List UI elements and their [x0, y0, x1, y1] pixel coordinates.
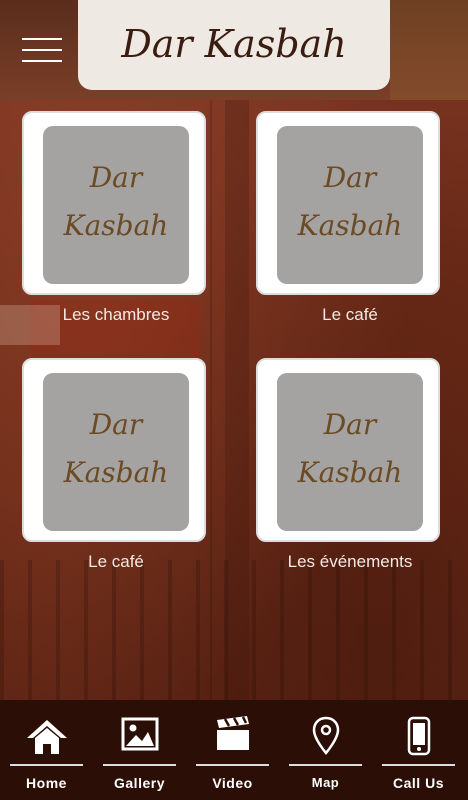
nav-gallery[interactable]: Gallery [93, 700, 186, 800]
tile-label[interactable]: Le café [256, 305, 444, 325]
nav-label: Call Us [393, 775, 444, 791]
phone-icon [372, 716, 465, 756]
nav-map[interactable]: Map [279, 700, 372, 800]
home-icon [0, 716, 93, 756]
tile-logo: Dar Kasbah [43, 401, 189, 497]
tile-image: Dar Kasbah [43, 373, 189, 531]
nav-label: Gallery [114, 775, 165, 791]
tile-label[interactable]: Les chambres [22, 305, 210, 325]
tile-logo-line2: Kasbah [297, 209, 403, 242]
tile-image: Dar Kasbah [277, 373, 423, 531]
tile-card[interactable]: Dar Kasbah [22, 111, 206, 295]
nav-divider [289, 764, 362, 766]
nav-divider [196, 764, 269, 766]
nav-call-us[interactable]: Call Us [372, 700, 465, 800]
tile-image: Dar Kasbah [277, 126, 423, 284]
clapperboard-icon [186, 716, 279, 756]
nav-label: Map [311, 775, 340, 790]
tile-logo-line1: Dar [89, 161, 143, 194]
tile-label[interactable]: Le café [22, 552, 210, 572]
app-header: Dar Kasbah [0, 0, 468, 100]
nav-divider [382, 764, 455, 766]
tile-logo-line2: Kasbah [63, 456, 169, 489]
map-pin-icon [279, 716, 372, 756]
tile-logo-line1: Dar [89, 408, 143, 441]
tile-les-evenements[interactable]: Dar Kasbah Les événements [256, 358, 444, 572]
nav-divider [103, 764, 176, 766]
logo-banner: Dar Kasbah [78, 0, 390, 90]
hamburger-menu-icon[interactable] [22, 38, 62, 66]
bottom-nav: Home Gallery Video Map Call Us [0, 700, 468, 800]
image-icon [93, 716, 186, 756]
background-lattice [0, 560, 468, 700]
tile-card[interactable]: Dar Kasbah [256, 111, 440, 295]
tile-logo: Dar Kasbah [277, 401, 423, 497]
nav-label: Home [26, 775, 67, 791]
tile-logo-line1: Dar [323, 161, 377, 194]
tile-logo: Dar Kasbah [277, 154, 423, 250]
nav-label: Video [212, 775, 253, 791]
nav-home[interactable]: Home [0, 700, 93, 800]
tile-card[interactable]: Dar Kasbah [22, 358, 206, 542]
header-shade [390, 0, 468, 100]
tile-card[interactable]: Dar Kasbah [256, 358, 440, 542]
tile-label[interactable]: Les événements [256, 552, 444, 572]
tile-le-cafe-2[interactable]: Dar Kasbah Le café [22, 358, 210, 572]
app-logo: Dar Kasbah [121, 22, 347, 66]
tile-le-cafe[interactable]: Dar Kasbah Le café [256, 111, 444, 325]
tile-logo: Dar Kasbah [43, 154, 189, 250]
tile-logo-line1: Dar [323, 408, 377, 441]
nav-divider [10, 764, 83, 766]
tile-image: Dar Kasbah [43, 126, 189, 284]
tile-logo-line2: Kasbah [63, 209, 169, 242]
tile-les-chambres[interactable]: Dar Kasbah Les chambres [22, 111, 210, 325]
tile-logo-line2: Kasbah [297, 456, 403, 489]
nav-video[interactable]: Video [186, 700, 279, 800]
